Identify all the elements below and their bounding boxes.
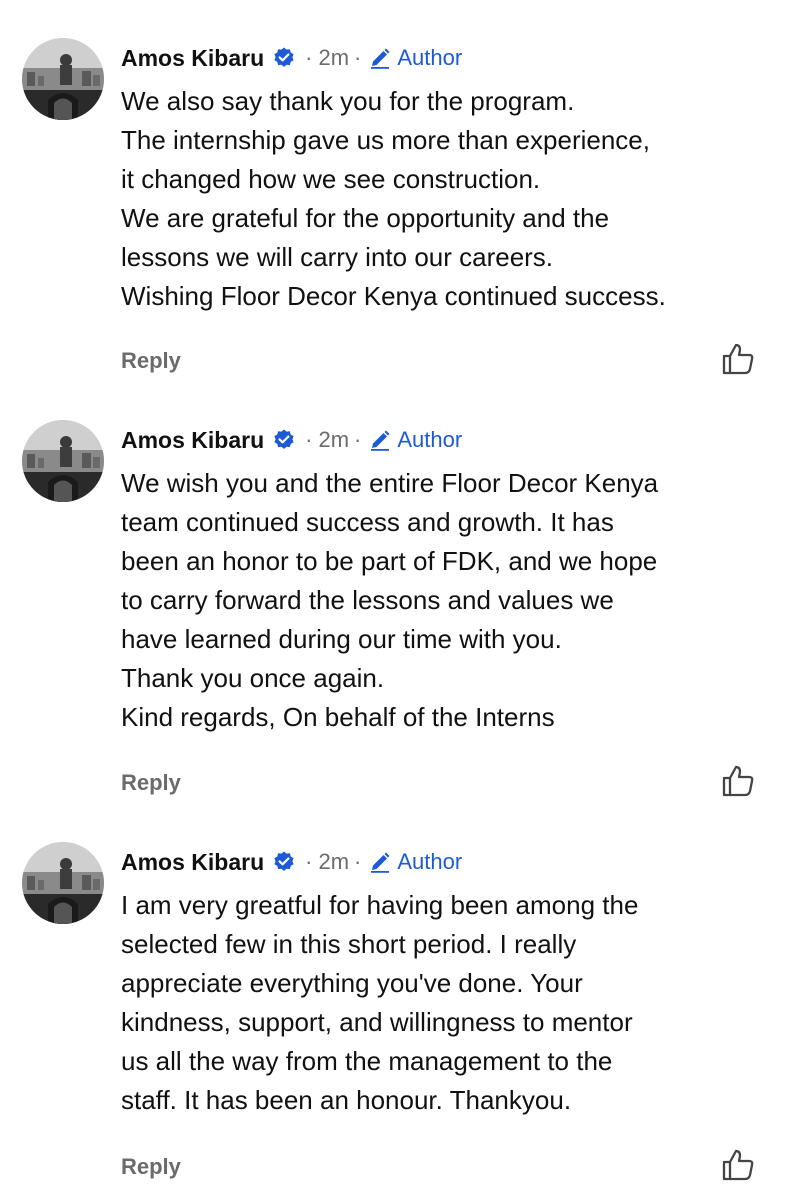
comment-line: appreciate everything you've done. Your: [121, 968, 583, 998]
comment-text: I am very greatful for having been among…: [121, 886, 771, 1120]
separator: ·: [354, 427, 362, 452]
comment-line: We wish you and the entire Floor Decor K…: [121, 468, 659, 498]
comment-line: The internship gave us more than experie…: [121, 125, 650, 155]
comment: Amos Kibaru · 2m · Author We wish you an…: [0, 420, 786, 810]
comment-line: us all the way from the management to th…: [121, 1046, 613, 1076]
author-badge: Author: [397, 427, 463, 452]
comment-text: We also say thank you for the program. T…: [121, 82, 771, 316]
comment-line: kindness, support, and willingness to me…: [121, 1007, 633, 1037]
comment: Amos Kibaru · 2m · Author We also say th…: [0, 38, 786, 388]
comment-line: it changed how we see construction.: [121, 164, 541, 194]
comment-line: Wishing Floor Decor Kenya continued succ…: [121, 281, 666, 311]
reply-button[interactable]: Reply: [121, 1154, 181, 1180]
verified-badge-icon: [272, 428, 296, 452]
separator: ·: [305, 427, 313, 452]
verified-badge-icon: [272, 46, 296, 70]
reply-button[interactable]: Reply: [121, 770, 181, 796]
avatar[interactable]: [22, 842, 104, 924]
author-badge: Author: [397, 849, 463, 874]
comment-line: I am very greatful for having been among…: [121, 890, 639, 920]
reply-button[interactable]: Reply: [121, 348, 181, 374]
comment-header: Amos Kibaru · 2m · Author: [121, 842, 462, 882]
timestamp[interactable]: 2m: [318, 427, 349, 453]
comment-header: Amos Kibaru · 2m · Author: [121, 420, 462, 460]
author-name[interactable]: Amos Kibaru: [121, 45, 264, 72]
pencil-icon: [368, 850, 392, 874]
comment-line: We also say thank you for the program.: [121, 86, 575, 116]
comment-line: to carry forward the lessons and values …: [121, 585, 614, 615]
author-name[interactable]: Amos Kibaru: [121, 849, 264, 876]
avatar[interactable]: [22, 38, 104, 120]
comment-line: selected few in this short period. I rea…: [121, 929, 577, 959]
pencil-icon: [368, 46, 392, 70]
timestamp[interactable]: 2m: [318, 45, 349, 71]
pencil-icon: [368, 428, 392, 452]
verified-badge-icon: [272, 850, 296, 874]
thumbs-up-icon[interactable]: [720, 763, 756, 799]
comment-line: staff. It has been an honour. Thankyou.: [121, 1085, 572, 1115]
comment-line: been an honor to be part of FDK, and we …: [121, 546, 658, 576]
separator: ·: [354, 45, 362, 70]
separator: ·: [305, 849, 313, 874]
comment-line: Thank you once again.: [121, 663, 385, 693]
timestamp[interactable]: 2m: [318, 849, 349, 875]
comment-text: We wish you and the entire Floor Decor K…: [121, 464, 771, 737]
comment: Amos Kibaru · 2m · Author I am very grea…: [0, 842, 786, 1199]
comment-line: Kind regards, On behalf of the Interns: [121, 702, 555, 732]
comment-header: Amos Kibaru · 2m · Author: [121, 38, 462, 78]
thumbs-up-icon[interactable]: [720, 341, 756, 377]
comment-line: We are grateful for the opportunity and …: [121, 203, 610, 233]
author-badge: Author: [397, 45, 463, 70]
comment-line: lessons we will carry into our careers.: [121, 242, 554, 272]
comment-line: team continued success and growth. It ha…: [121, 507, 614, 537]
separator: ·: [305, 45, 313, 70]
thumbs-up-icon[interactable]: [720, 1147, 756, 1183]
author-name[interactable]: Amos Kibaru: [121, 427, 264, 454]
separator: ·: [354, 849, 362, 874]
comment-line: have learned during our time with you.: [121, 624, 562, 654]
avatar[interactable]: [22, 420, 104, 502]
